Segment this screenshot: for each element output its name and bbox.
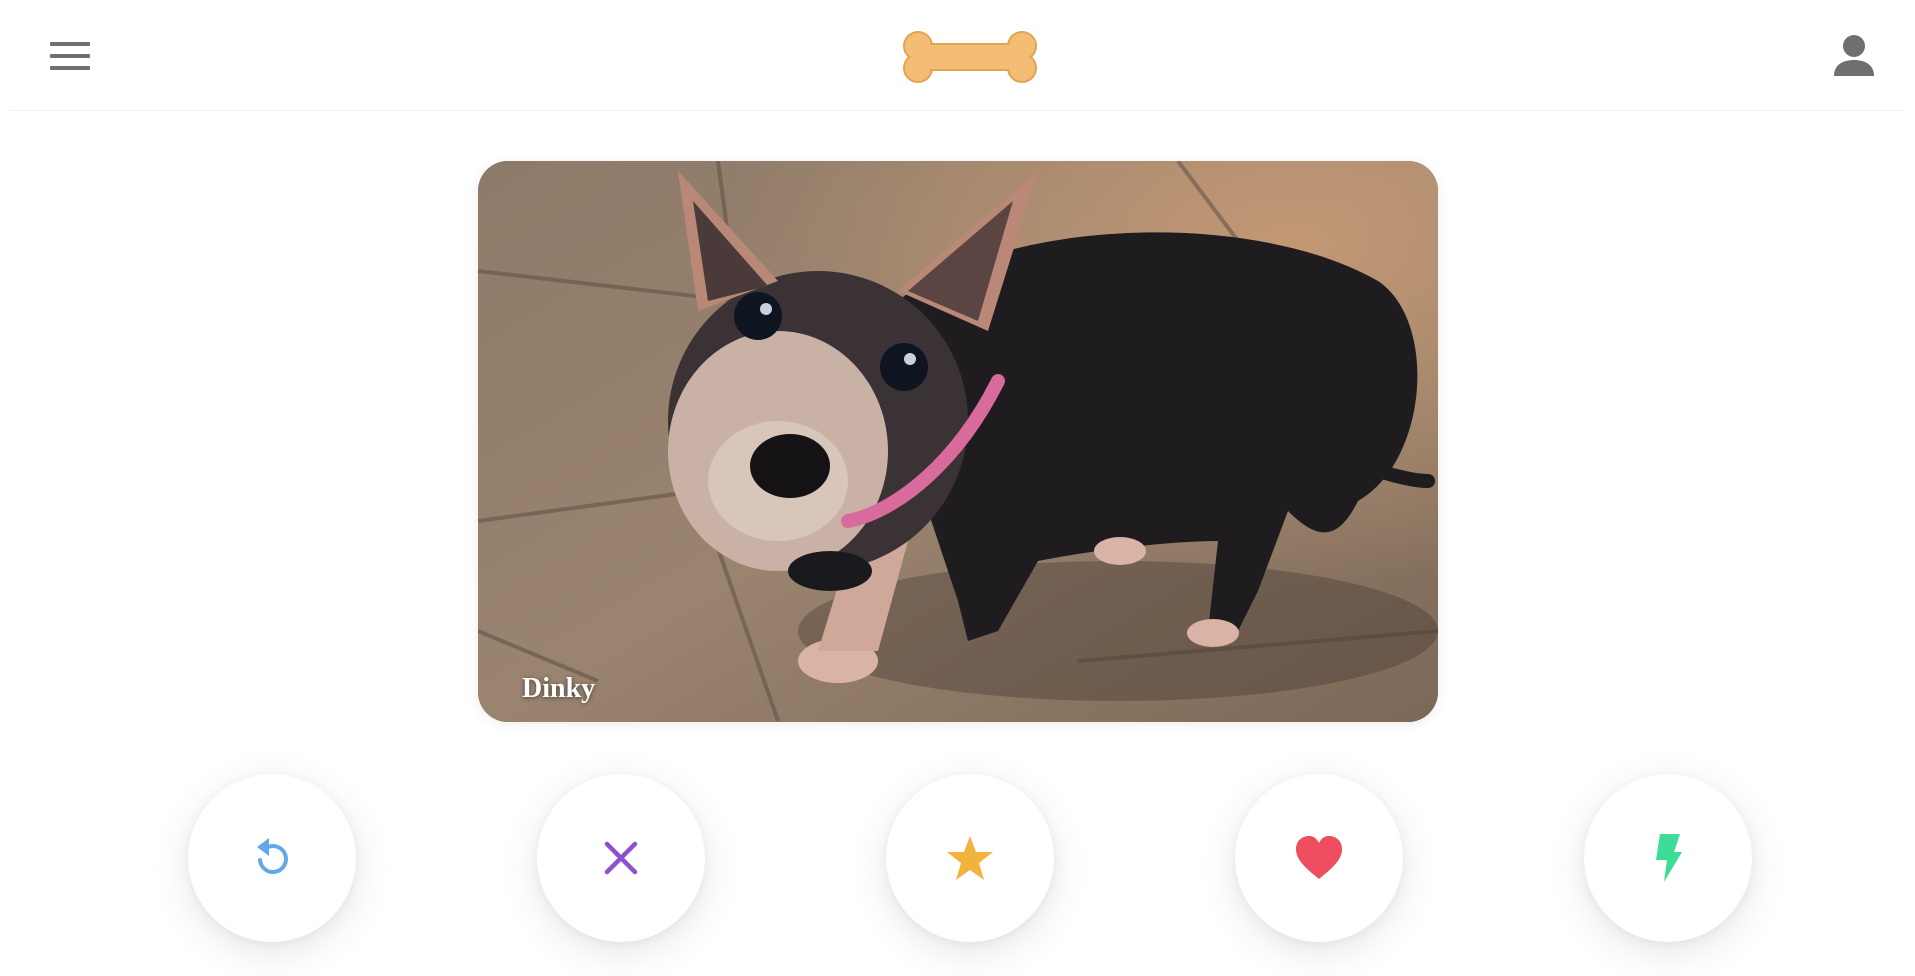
profile-button[interactable]: [1826, 28, 1882, 84]
action-bar: [0, 774, 1915, 944]
menu-button[interactable]: [38, 32, 94, 80]
bone-logo[interactable]: [898, 28, 1042, 86]
person-icon: [1834, 35, 1874, 76]
undo-icon: [257, 838, 288, 874]
pet-name-label: Dinky: [522, 673, 596, 704]
hamburger-menu-icon: [50, 42, 90, 70]
star-icon: [947, 836, 993, 880]
boost-button[interactable]: [1584, 774, 1752, 942]
bone-icon: [903, 31, 1037, 83]
super-like-button[interactable]: [886, 774, 1054, 942]
rewind-button[interactable]: [188, 774, 356, 942]
lightning-icon: [1656, 834, 1682, 882]
top-navigation-bar: [10, 0, 1905, 111]
heart-icon: [1296, 836, 1342, 879]
nope-button[interactable]: [537, 774, 705, 942]
pet-card[interactable]: Dinky: [478, 161, 1438, 722]
like-button[interactable]: [1235, 774, 1403, 942]
dog-photo: [478, 161, 1438, 722]
close-icon: [604, 841, 638, 875]
